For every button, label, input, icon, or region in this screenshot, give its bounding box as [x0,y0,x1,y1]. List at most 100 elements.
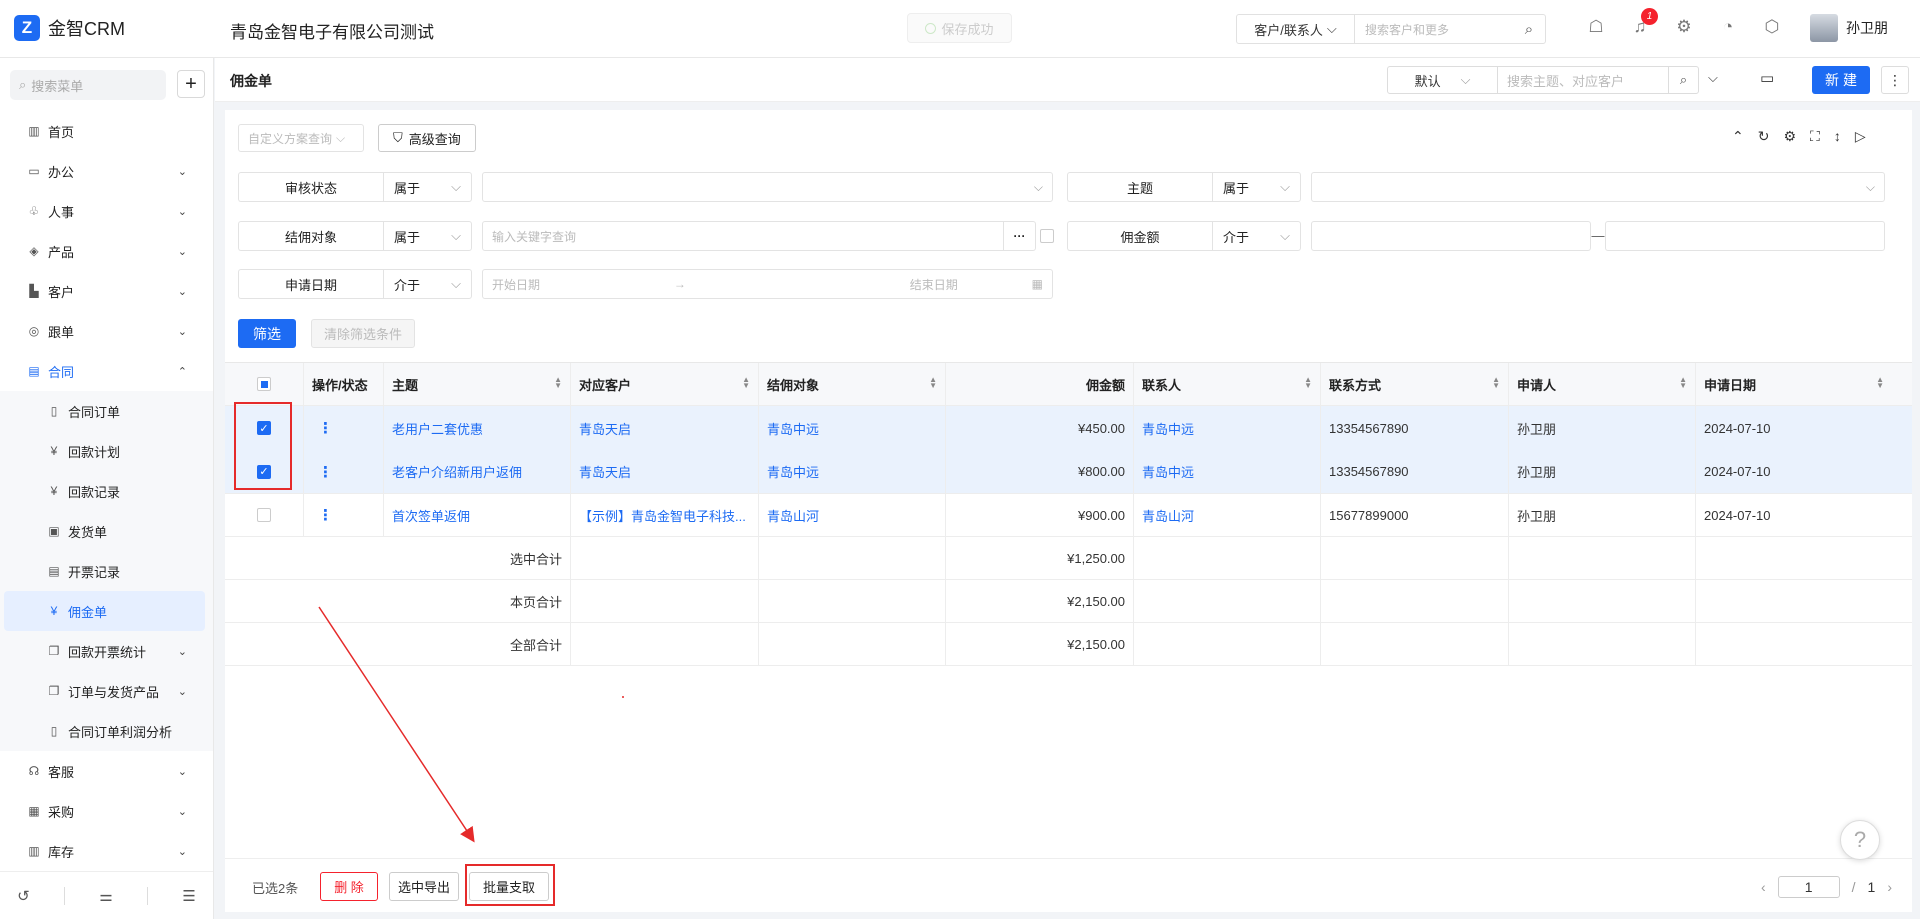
clear-filter-button[interactable]: 清除筛选条件 [311,319,415,348]
sidebar-item-purchase[interactable]: ▦ 采购 ⌄ [0,791,213,831]
sidebar-item-follow[interactable]: ◎ 跟单 ⌄ [0,311,213,351]
sidebar-item-order-profit-analysis[interactable]: ▯ 合同订单利润分析 [0,711,213,751]
row-contact[interactable]: 青岛山河 [1134,494,1321,536]
next-page-icon[interactable]: › [1887,879,1892,895]
page-input[interactable]: 1 [1777,876,1840,898]
sidebar-item-product[interactable]: ◈ 产品 ⌄ [0,231,213,271]
column-header-phone[interactable]: 联系方式 ▲ ▼ [1321,363,1509,405]
help-button[interactable]: ? [1840,820,1880,860]
row-subject[interactable]: 老客户介绍新用户返佣 [384,450,571,493]
filter-value-subject[interactable]: ⌵ [1311,172,1885,202]
row-checkbox[interactable]: ✓ [257,464,271,479]
more-actions-icon[interactable]: ⋮ [318,463,333,481]
table-row[interactable]: ✓ ⋮ 老客户介绍新用户返佣 青岛天启 青岛中远 ¥800.00 青岛中远 13… [225,450,1912,494]
sidebar-item-contract[interactable]: ▤ 合同 ⌃ [0,351,213,391]
sidebar-item-home[interactable]: ▥ 首页 [0,111,213,151]
menu-search-input[interactable]: ⌕ 搜索菜单 [10,70,166,100]
row-target[interactable]: 青岛山河 [759,494,946,536]
filter-op-subject[interactable]: 属于 ⌵ [1212,172,1301,202]
history-icon[interactable]: ↺ [17,887,30,905]
sidebar-item-hr[interactable]: ♧ 人事 ⌄ [0,191,213,231]
gear-icon[interactable]: ⚙ [1673,16,1695,38]
sidebar-item-payment-record[interactable]: ¥ 回款记录 [0,471,213,511]
monitor-icon[interactable]: ▭ [1760,69,1774,87]
prev-page-icon[interactable]: ‹ [1761,879,1766,895]
sidebar-item-invoice[interactable]: ▤ 开票记录 [0,551,213,591]
export-selected-button[interactable]: 选中导出 [389,872,459,901]
row-target[interactable]: 青岛中远 [759,406,946,450]
sidebar-item-contract-order[interactable]: ▯ 合同订单 [0,391,213,431]
sidebar-item-delivery[interactable]: ▣ 发货单 [0,511,213,551]
row-customer[interactable]: 青岛天启 [571,406,759,450]
table-row[interactable]: ⋮ 首次签单返佣 【示例】青岛金智电子科技... 青岛山河 ¥900.00 青岛… [225,494,1912,537]
global-search-input[interactable]: 搜索客户和更多 [1355,15,1513,43]
sidebar-item-order-delivery-products[interactable]: ❐ 订单与发货产品 ⌄ [0,671,213,711]
play-icon[interactable]: ▷ [1855,128,1866,145]
table-row[interactable]: ✓ ⋮ 老用户二套优惠 青岛天启 青岛中远 ¥450.00 青岛中远 13354… [225,406,1912,450]
advanced-search-button[interactable]: ⛉ 高级查询 [378,124,476,152]
sidebar-item-customer[interactable]: ▙ 客户 ⌄ [0,271,213,311]
sidebar-item-payment-invoice-stats[interactable]: ❐ 回款开票统计 ⌄ [0,631,213,671]
column-header-amount[interactable]: 佣金额 [946,363,1134,405]
more-actions-icon[interactable]: ⋮ [318,506,333,524]
collapse-up-icon[interactable]: ⌃ [1732,128,1744,145]
row-checkbox[interactable] [257,508,271,522]
record-search-input[interactable]: 搜索主题、对应客户 [1498,67,1668,93]
column-header-subject[interactable]: 主题 ▲ ▼ [384,363,571,405]
app-logo[interactable]: Z 金智CRM [14,15,125,41]
more-actions-icon[interactable]: ⋮ [318,419,333,437]
sidebar-item-payment-plan[interactable]: ¥ 回款计划 [0,431,213,471]
row-height-icon[interactable]: ↕ [1834,128,1841,145]
filter-value-audit[interactable]: ⌵ [482,172,1053,202]
filter-button[interactable]: 筛选 [238,319,296,348]
select-all-checkbox[interactable] [257,377,271,391]
filter-op-amount[interactable]: 介于 ⌵ [1212,221,1301,251]
sidebar-item-inventory[interactable]: ▥ 库存 ⌄ [0,831,213,871]
row-customer[interactable]: 青岛天启 [571,450,759,493]
row-subject[interactable]: 首次签单返佣 [384,494,571,536]
search-icon[interactable]: ⌕ [1513,15,1545,43]
filter-target-picker-icon[interactable]: ··· [1004,221,1036,251]
pie-chart-icon[interactable]: ◔ [1717,16,1739,38]
cube-icon[interactable]: ⬡ [1761,16,1783,38]
refresh-icon[interactable]: ↻ [1758,128,1770,145]
new-button[interactable]: 新建 [1812,66,1870,94]
filter-amount-max[interactable] [1605,221,1885,251]
row-contact[interactable]: 青岛中远 [1134,450,1321,493]
more-options-icon[interactable]: ⋮ [1881,66,1909,94]
filter-value-target[interactable]: 输入关键字查询 [482,221,1004,251]
gear-icon[interactable]: ⚙ [1783,128,1796,145]
delete-button[interactable]: 删 除 [320,872,378,901]
filter-op-target[interactable]: 属于 ⌵ [383,221,472,251]
filter-op-date[interactable]: 介于 ⌵ [383,269,472,299]
batch-withdraw-button[interactable]: 批量支取 [469,872,549,901]
settings-sliders-icon[interactable]: ⚌ [99,887,112,905]
row-customer[interactable]: 【示例】青岛金智电子科技... [571,494,759,536]
column-header-applicant[interactable]: 申请人 ▲ ▼ [1509,363,1696,405]
filter-op-audit[interactable]: 属于 ⌵ [383,172,472,202]
add-menu-button[interactable]: + [177,70,205,98]
column-header-contact[interactable]: 联系人 ▲ ▼ [1134,363,1321,405]
sidebar-item-commission[interactable]: ¥ 佣金单 [4,591,205,631]
row-subject[interactable]: 老用户二套优惠 [384,406,571,450]
collapse-menu-icon[interactable]: ☰ [182,887,195,905]
row-target[interactable]: 青岛中远 [759,450,946,493]
global-search-scope[interactable]: 客户/联系人 ⌵ [1237,15,1355,43]
contacts-icon[interactable]: ☖ [1585,16,1607,38]
chevron-down-icon[interactable]: ⌵ [1708,70,1718,86]
filter-amount-min[interactable] [1311,221,1591,251]
column-header-target[interactable]: 结佣对象 ▲ ▼ [759,363,946,405]
row-contact[interactable]: 青岛中远 [1134,406,1321,450]
custom-scheme-select[interactable]: 自定义方案查询 ⌵ [238,124,364,152]
bell-icon[interactable]: ♫ 1 [1629,8,1658,38]
filter-target-checkbox[interactable] [1040,229,1054,243]
sidebar-item-office[interactable]: ▭ 办公 ⌄ [0,151,213,191]
filter-date-range[interactable]: 开始日期 → 结束日期 ▦ [482,269,1053,299]
column-header-customer[interactable]: 对应客户 ▲ ▼ [571,363,759,405]
sidebar-item-service[interactable]: ☊ 客服 ⌄ [0,751,213,791]
user-menu[interactable]: 孙卫朋 [1810,14,1888,42]
search-icon[interactable]: ⌕ [1668,67,1698,93]
view-select[interactable]: 默认 ⌵ [1388,67,1498,93]
column-header-date[interactable]: 申请日期 ▲ ▼ [1696,363,1892,405]
row-checkbox[interactable]: ✓ [257,421,271,435]
